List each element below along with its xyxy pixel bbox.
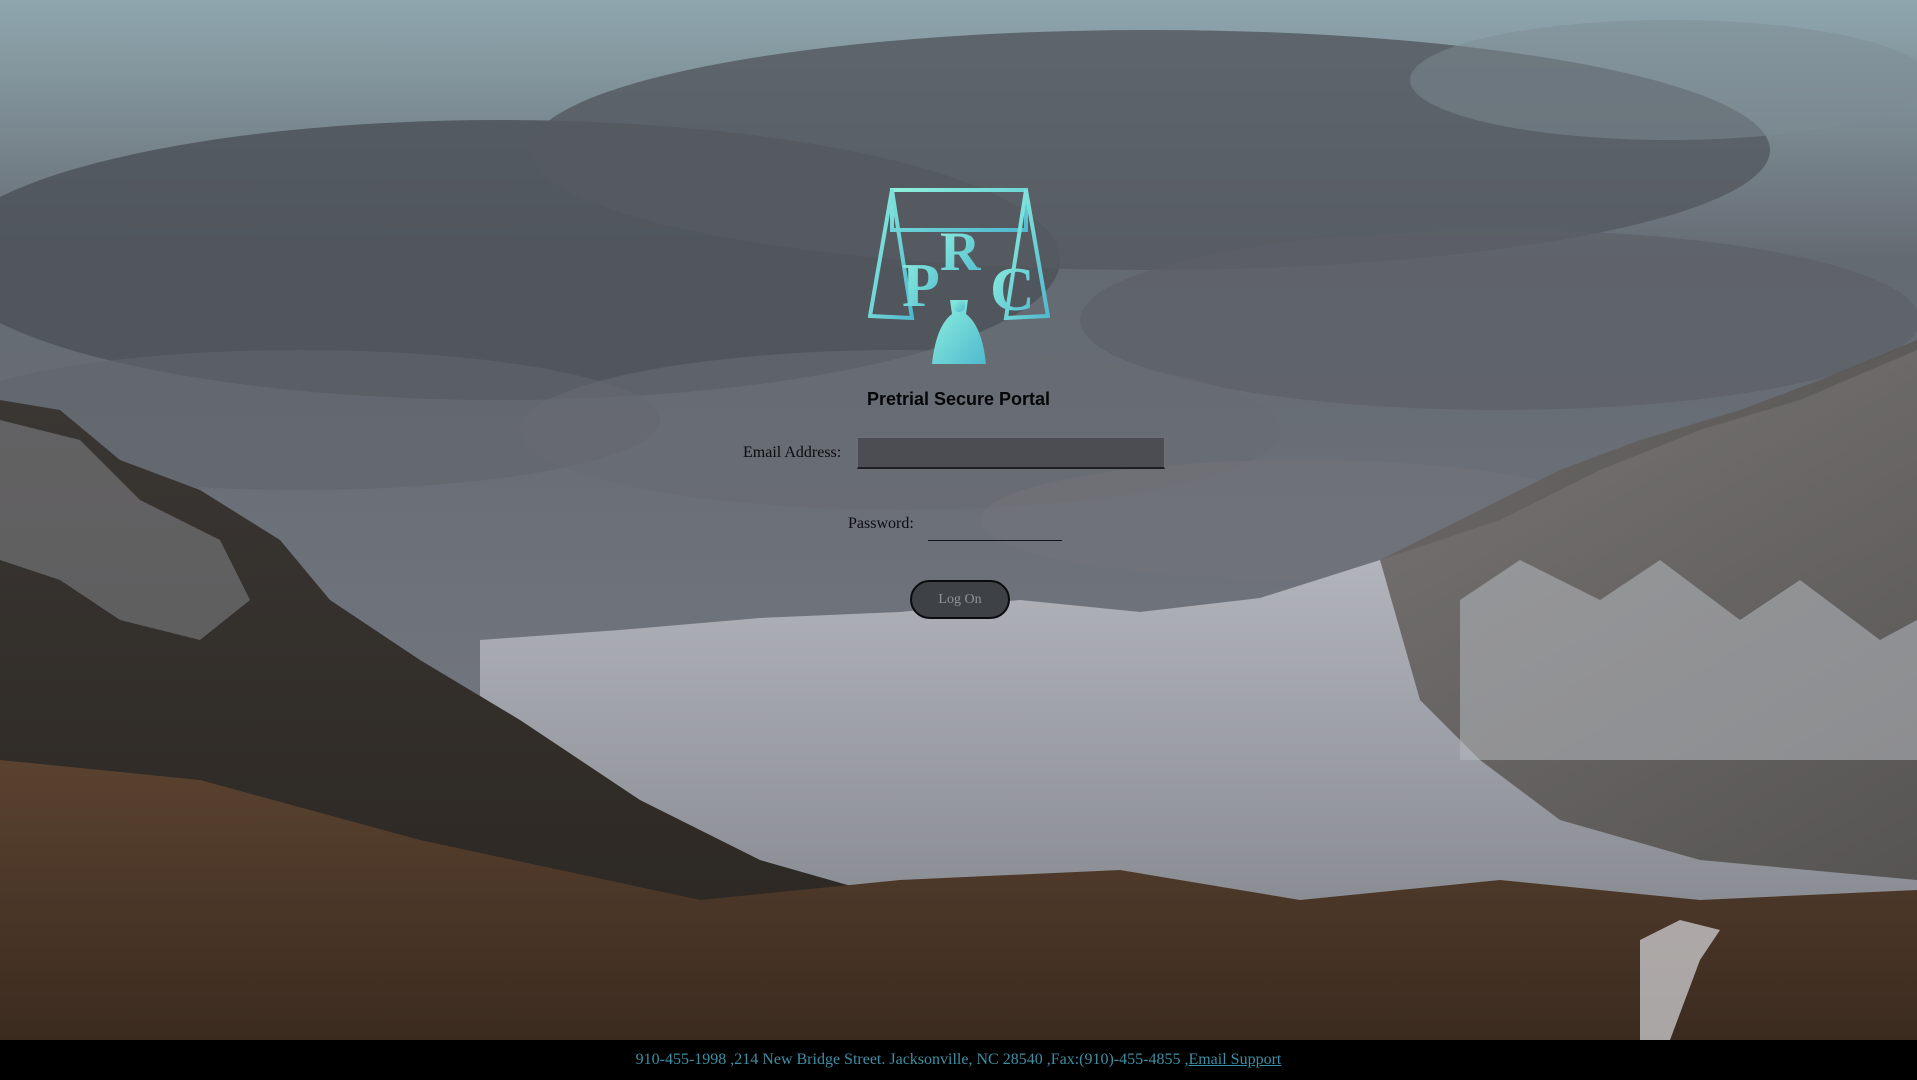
prc-logo: P R C (868, 188, 1050, 364)
login-panel: P R C Pretrial Secure Portal Email Addre… (0, 0, 1917, 1040)
logo-letter-p: P (902, 252, 940, 320)
email-field[interactable] (857, 437, 1165, 469)
logo-letter-r: R (940, 221, 981, 283)
email-support-link[interactable]: Email Support (1188, 1051, 1281, 1068)
password-field[interactable] (928, 520, 1062, 541)
password-label: Password: (848, 515, 914, 532)
footer-contact-text: 910-455-1998 ,214 New Bridge Street. Jac… (635, 1051, 1189, 1068)
logo-letter-c: C (990, 256, 1035, 324)
email-label: Email Address: (743, 444, 842, 461)
page-title: Pretrial Secure Portal (866, 389, 1051, 409)
footer: 910-455-1998 ,214 New Bridge Street. Jac… (0, 1040, 1917, 1080)
log-on-button[interactable]: Log On (910, 580, 1010, 619)
